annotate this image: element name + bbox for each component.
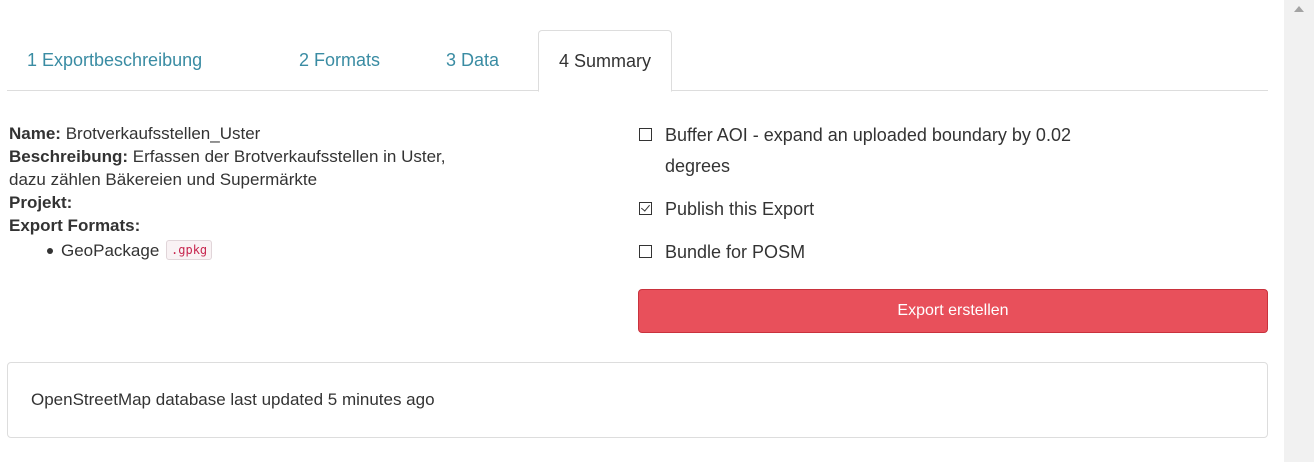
summary-description-row: Beschreibung: Erfassen der Brotverkaufss… [9,145,609,168]
export-options: Buffer AOI - expand an uploaded boundary… [638,120,1268,333]
buffer-aoi-option[interactable]: Buffer AOI - expand an uploaded boundary… [638,120,1225,182]
bundle-option[interactable]: Bundle for POSM [638,237,1268,268]
vertical-scrollbar[interactable] [1284,0,1314,462]
export-summary: Name: Brotverkaufsstellen_Uster Beschrei… [9,122,609,264]
formats-list: GeoPackage .gpkg [9,237,609,264]
tab-data[interactable]: 3 Data [426,30,519,91]
bundle-checkbox[interactable] [639,245,652,258]
db-status-text: OpenStreetMap database last updated 5 mi… [31,390,435,409]
tab-summary[interactable]: 4 Summary [538,30,673,92]
scroll-up-arrow-icon[interactable] [1294,6,1304,12]
publish-option[interactable]: Publish this Export [638,194,1268,225]
description-value-line2: dazu zählen Bäkereien und Supermärkte [9,170,318,189]
bundle-label: Bundle for POSM [665,242,806,262]
publish-label: Publish this Export [665,199,815,219]
list-item: GeoPackage .gpkg [47,237,609,264]
buffer-aoi-label-line1: Buffer AOI - expand an uploaded boundary… [665,125,1071,145]
format-name: GeoPackage [61,241,160,260]
buffer-aoi-label-line2: degrees [665,156,731,176]
publish-checkbox[interactable] [639,202,652,215]
tab-exportbeschreibung[interactable]: 1 Exportbeschreibung [7,30,222,91]
tab-formats[interactable]: 2 Formats [279,30,400,91]
export-summary-page: 1 Exportbeschreibung 2 Formats 3 Data 4 … [0,0,1314,462]
name-label: Name: [9,124,61,143]
formats-label: Export Formats: [9,216,141,235]
name-value: Brotverkaufsstellen_Uster [60,124,261,143]
export-create-button[interactable]: Export erstellen [638,289,1268,333]
description-label: Beschreibung: [9,147,129,166]
project-label: Projekt: [9,193,73,212]
buffer-aoi-checkbox[interactable] [639,128,652,141]
description-value-line1: Erfassen der Brotverkaufsstellen in Uste… [128,147,446,166]
format-extension: .gpkg [166,240,213,260]
summary-name-row: Name: Brotverkaufsstellen_Uster [9,122,609,145]
db-status-panel: OpenStreetMap database last updated 5 mi… [7,362,1268,438]
wizard-tabs: 1 Exportbeschreibung 2 Formats 3 Data 4 … [7,30,1268,92]
